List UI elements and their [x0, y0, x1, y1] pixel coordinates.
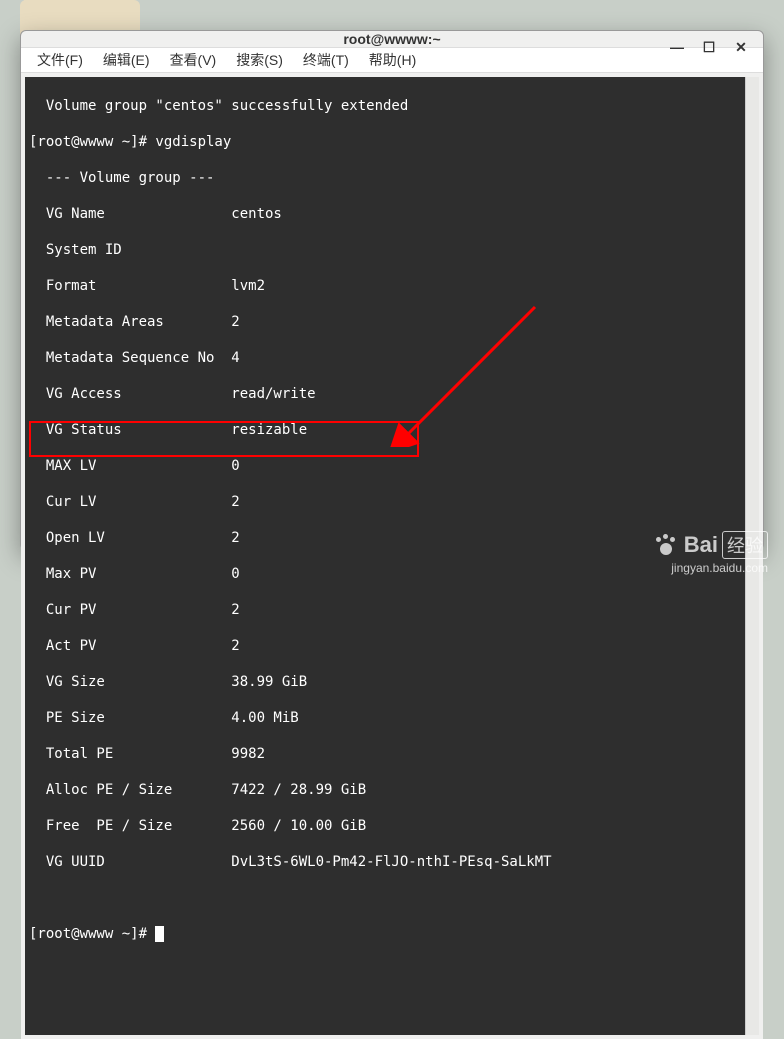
maximize-button[interactable]: ☐: [693, 31, 725, 63]
term-line: VG Status resizable: [25, 421, 745, 439]
menu-terminal[interactable]: 终端(T): [295, 48, 357, 72]
cursor: [155, 926, 164, 942]
term-prompt: [root@wwww ~]#: [25, 925, 745, 943]
menu-view[interactable]: 查看(V): [162, 48, 225, 72]
term-line: Metadata Sequence No 4: [25, 349, 745, 367]
menu-file[interactable]: 文件(F): [29, 48, 91, 72]
term-line: [root@wwww ~]# vgdisplay: [25, 133, 745, 151]
watermark-logo-text: Bai: [684, 532, 718, 558]
titlebar[interactable]: root@wwww:~ — ☐ ✕: [21, 31, 763, 47]
term-line: [25, 889, 745, 907]
term-line: VG Access read/write: [25, 385, 745, 403]
terminal-window: root@wwww:~ — ☐ ✕ 文件(F) 编辑(E) 查看(V) 搜索(S…: [20, 30, 764, 550]
minimize-button[interactable]: —: [661, 31, 693, 63]
menu-search[interactable]: 搜索(S): [228, 48, 291, 72]
term-line: Cur LV 2: [25, 493, 745, 511]
term-line: Total PE 9982: [25, 745, 745, 763]
term-line: Metadata Areas 2: [25, 313, 745, 331]
menubar: 文件(F) 编辑(E) 查看(V) 搜索(S) 终端(T) 帮助(H): [21, 47, 763, 73]
terminal-output[interactable]: Volume group "centos" successfully exten…: [25, 77, 745, 1035]
watermark-logo-suffix: 经验: [722, 531, 768, 559]
term-line: Open LV 2: [25, 529, 745, 547]
menu-edit[interactable]: 编辑(E): [95, 48, 158, 72]
term-line: PE Size 4.00 MiB: [25, 709, 745, 727]
term-line: Alloc PE / Size 7422 / 28.99 GiB: [25, 781, 745, 799]
term-line: Cur PV 2: [25, 601, 745, 619]
term-line: Act PV 2: [25, 637, 745, 655]
term-line: --- Volume group ---: [25, 169, 745, 187]
term-line: Format lvm2: [25, 277, 745, 295]
term-line: Volume group "centos" successfully exten…: [25, 97, 745, 115]
menu-help[interactable]: 帮助(H): [361, 48, 424, 72]
close-button[interactable]: ✕: [725, 31, 757, 63]
term-line: MAX LV 0: [25, 457, 745, 475]
term-line: Max PV 0: [25, 565, 745, 583]
term-line: VG Size 38.99 GiB: [25, 673, 745, 691]
term-line: Free PE / Size 2560 / 10.00 GiB: [25, 817, 745, 835]
watermark-url: jingyan.baidu.com: [652, 561, 768, 575]
window-title: root@wwww:~: [343, 31, 440, 47]
paw-icon: [652, 533, 680, 557]
term-line: System ID: [25, 241, 745, 259]
term-line: VG UUID DvL3tS-6WL0-Pm42-FlJO-nthI-PEsq-…: [25, 853, 745, 871]
term-line: VG Name centos: [25, 205, 745, 223]
watermark: Bai 经验 jingyan.baidu.com: [652, 531, 768, 575]
